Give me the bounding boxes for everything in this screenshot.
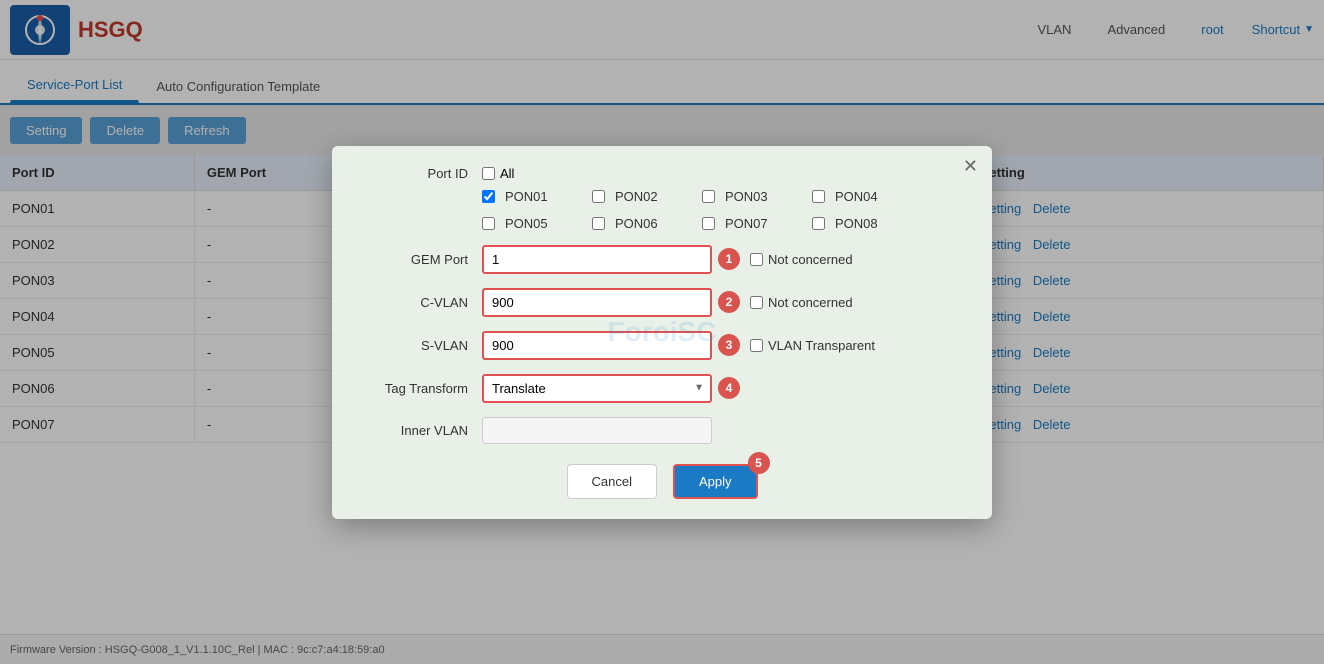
step-4-badge: 4 (718, 377, 740, 399)
port-pon01: PON01 (482, 189, 592, 204)
pon01-checkbox[interactable] (482, 190, 495, 203)
step-5-badge: 5 (748, 452, 770, 474)
inner-vlan-label: Inner VLAN (362, 423, 482, 438)
port-id-label: Port ID (362, 166, 482, 181)
all-checkbox[interactable] (482, 167, 495, 180)
gem-not-concerned-label: Not concerned (768, 252, 853, 267)
apply-button[interactable]: Apply (673, 464, 758, 499)
step-1-badge: 1 (718, 248, 740, 270)
pon08-checkbox[interactable] (812, 217, 825, 230)
inner-vlan-row: Inner VLAN (362, 417, 962, 444)
pon06-label: PON06 (615, 216, 658, 231)
port-id-section: Port ID All PON01 PON02 (362, 166, 962, 231)
s-vlan-input[interactable] (482, 331, 712, 360)
pon01-label: PON01 (505, 189, 548, 204)
pon07-checkbox[interactable] (702, 217, 715, 230)
all-check-row: All (482, 166, 514, 181)
vlan-transparent-checkbox[interactable] (750, 339, 763, 352)
tag-transform-select-wrapper: Translate Transparent Add Remove (482, 374, 712, 403)
s-vlan-row: S-VLAN 3 VLAN Transparent (362, 331, 962, 360)
port-pon08: PON08 (812, 216, 922, 231)
gem-not-concerned-checkbox[interactable] (750, 253, 763, 266)
tag-transform-label: Tag Transform (362, 381, 482, 396)
all-label: All (500, 166, 514, 181)
pon02-label: PON02 (615, 189, 658, 204)
cancel-button[interactable]: Cancel (567, 464, 657, 499)
port-pon03: PON03 (702, 189, 812, 204)
c-vlan-label: C-VLAN (362, 295, 482, 310)
port-pon05: PON05 (482, 216, 592, 231)
pon03-label: PON03 (725, 189, 768, 204)
c-vlan-input[interactable] (482, 288, 712, 317)
c-vlan-not-concerned: Not concerned (750, 295, 853, 310)
tag-transform-row: Tag Transform Translate Transparent Add … (362, 374, 962, 403)
gem-port-label: GEM Port (362, 252, 482, 267)
port-checkboxes: PON01 PON02 PON03 PON04 (482, 189, 962, 231)
c-vlan-not-concerned-label: Not concerned (768, 295, 853, 310)
tag-transform-select[interactable]: Translate Transparent Add Remove (482, 374, 712, 403)
gem-port-row: GEM Port 1 Not concerned (362, 245, 962, 274)
port-pon06: PON06 (592, 216, 702, 231)
inner-vlan-input[interactable] (482, 417, 712, 444)
port-pon04: PON04 (812, 189, 922, 204)
c-vlan-row: C-VLAN 2 Not concerned (362, 288, 962, 317)
pon05-label: PON05 (505, 216, 548, 231)
gem-port-not-concerned: Not concerned (750, 252, 853, 267)
c-vlan-not-concerned-checkbox[interactable] (750, 296, 763, 309)
modal-overlay: ✕ ForoiSC Port ID All PON01 (0, 0, 1324, 664)
close-button[interactable]: ✕ (963, 156, 978, 177)
step-2-badge: 2 (718, 291, 740, 313)
pon02-checkbox[interactable] (592, 190, 605, 203)
s-vlan-transparent: VLAN Transparent (750, 338, 875, 353)
pon05-checkbox[interactable] (482, 217, 495, 230)
s-vlan-label: S-VLAN (362, 338, 482, 353)
port-pon07: PON07 (702, 216, 812, 231)
vlan-transparent-label: VLAN Transparent (768, 338, 875, 353)
gem-port-input[interactable] (482, 245, 712, 274)
step-3-badge: 3 (718, 334, 740, 356)
pon08-label: PON08 (835, 216, 878, 231)
port-id-row: Port ID All (362, 166, 962, 181)
port-pon02: PON02 (592, 189, 702, 204)
pon07-label: PON07 (725, 216, 768, 231)
pon04-label: PON04 (835, 189, 878, 204)
modal-footer: Cancel Apply 5 (362, 464, 962, 499)
pon06-checkbox[interactable] (592, 217, 605, 230)
pon04-checkbox[interactable] (812, 190, 825, 203)
modal-dialog: ✕ ForoiSC Port ID All PON01 (332, 146, 992, 519)
pon03-checkbox[interactable] (702, 190, 715, 203)
